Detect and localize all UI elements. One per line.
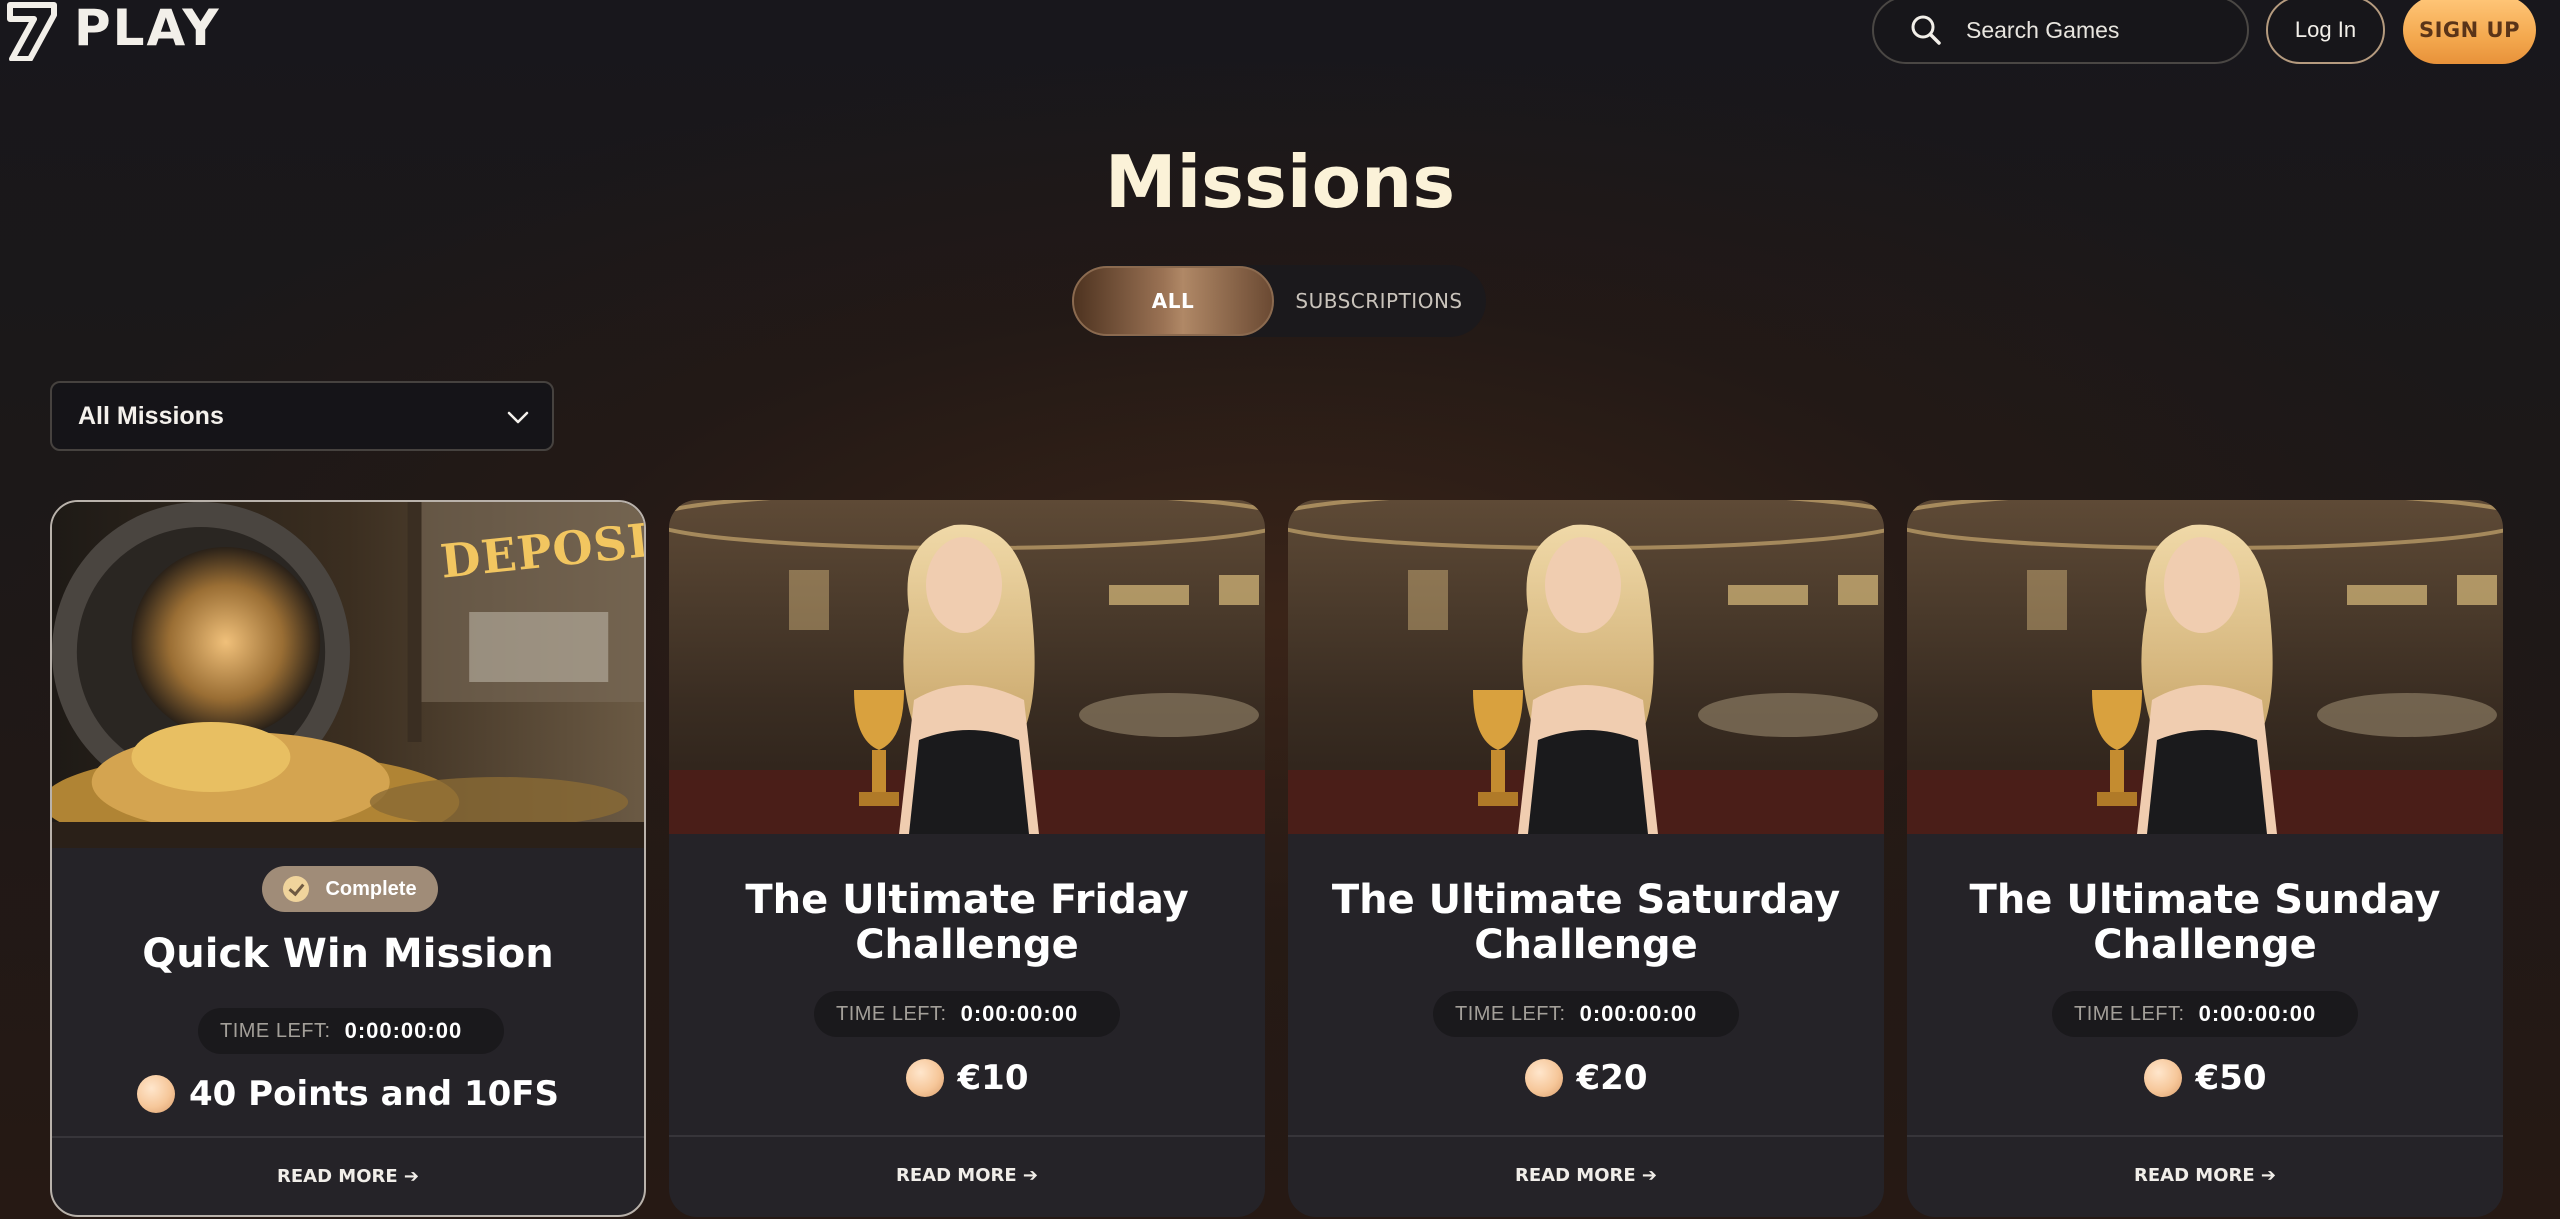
mission-card[interactable]: The Ultimate Sunday Challenge TIME LEFT:…	[1907, 500, 2503, 1217]
read-more-link[interactable]: READ MORE ➔	[669, 1165, 1265, 1186]
mission-reward: €10	[669, 1058, 1265, 1098]
site-logo[interactable]: PLAY	[0, 0, 270, 64]
card-divider	[1907, 1135, 2503, 1137]
card-divider	[52, 1136, 644, 1138]
card-divider	[1288, 1135, 1884, 1137]
tab-subscriptions[interactable]: SUBSCRIPTIONS	[1274, 266, 1484, 336]
mission-image-deposit-vault: DEPOSIT	[52, 502, 644, 848]
card-divider	[669, 1135, 1265, 1137]
coin-icon	[137, 1075, 176, 1113]
time-left-label: TIME LEFT:	[1455, 1002, 1566, 1025]
page-title: Missions	[1104, 140, 1456, 224]
mission-image-woman-trophy	[1907, 500, 2503, 834]
mission-card[interactable]: The Ultimate Saturday Challenge TIME LEF…	[1288, 500, 1884, 1217]
mission-card[interactable]: The Ultimate Friday Challenge TIME LEFT:…	[669, 500, 1265, 1217]
mission-reward: 40 Points and 10FS	[52, 1074, 644, 1114]
reward-value: €20	[1576, 1058, 1648, 1098]
mission-image-woman-trophy	[1288, 500, 1884, 834]
read-more-link[interactable]: READ MORE ➔	[1907, 1165, 2503, 1186]
time-left-value: 0:00:00:00	[344, 1018, 463, 1043]
time-left-value: 0:00:00:00	[1579, 1001, 1698, 1026]
status-label: Complete	[325, 877, 417, 900]
mission-title: The Ultimate Saturday Challenge	[1331, 877, 1841, 968]
mission-filter-dropdown[interactable]: All Missions	[50, 381, 554, 451]
tab-all[interactable]: ALL	[1072, 266, 1274, 336]
reward-value: 40 Points and 10FS	[189, 1074, 559, 1114]
login-button[interactable]: Log In	[2266, 0, 2385, 64]
chevron-down-icon	[506, 405, 530, 429]
time-left-label: TIME LEFT:	[2074, 1002, 2185, 1025]
search-input[interactable]	[1966, 16, 2226, 44]
mission-reward: €50	[1907, 1058, 2503, 1098]
reward-value: €10	[957, 1058, 1029, 1098]
time-left-value: 0:00:00:00	[2198, 1001, 2317, 1026]
mission-title: The Ultimate Sunday Challenge	[1969, 877, 2441, 968]
mission-reward: €20	[1288, 1058, 1884, 1098]
time-left: TIME LEFT: 0:00:00:00	[198, 1008, 504, 1054]
coin-icon	[1524, 1059, 1563, 1097]
mission-card[interactable]: DEPOSIT Complete Quick Win Mission TIME …	[50, 500, 646, 1217]
coin-icon	[905, 1059, 944, 1097]
time-left: TIME LEFT: 0:00:00:00	[1433, 991, 1739, 1037]
time-left: TIME LEFT: 0:00:00:00	[814, 991, 1120, 1037]
check-icon	[283, 876, 310, 902]
filter-selected-value: All Missions	[78, 401, 224, 430]
seven-logo-icon	[0, 0, 64, 62]
read-more-link[interactable]: READ MORE ➔	[52, 1166, 644, 1187]
status-badge: Complete	[262, 866, 438, 912]
mission-image-woman-trophy	[669, 500, 1265, 834]
mission-title: The Ultimate Friday Challenge	[745, 877, 1189, 968]
mission-title: Quick Win Mission	[142, 931, 554, 977]
time-left-value: 0:00:00:00	[960, 1001, 1079, 1026]
reward-value: €50	[2195, 1058, 2267, 1098]
time-left: TIME LEFT: 0:00:00:00	[2052, 991, 2358, 1037]
logo-text: PLAY	[74, 0, 221, 57]
time-left-label: TIME LEFT:	[836, 1002, 947, 1025]
mission-tabs: ALL SUBSCRIPTIONS	[1072, 265, 1486, 337]
site-header: PLAY Log In SIGN UP	[0, 0, 2560, 64]
signup-button[interactable]: SIGN UP	[2403, 0, 2536, 64]
time-left-label: TIME LEFT:	[220, 1019, 331, 1042]
read-more-link[interactable]: READ MORE ➔	[1288, 1165, 1884, 1186]
search-icon	[1908, 12, 1944, 48]
search-bar[interactable]	[1872, 0, 2249, 64]
coin-icon	[2143, 1059, 2182, 1097]
